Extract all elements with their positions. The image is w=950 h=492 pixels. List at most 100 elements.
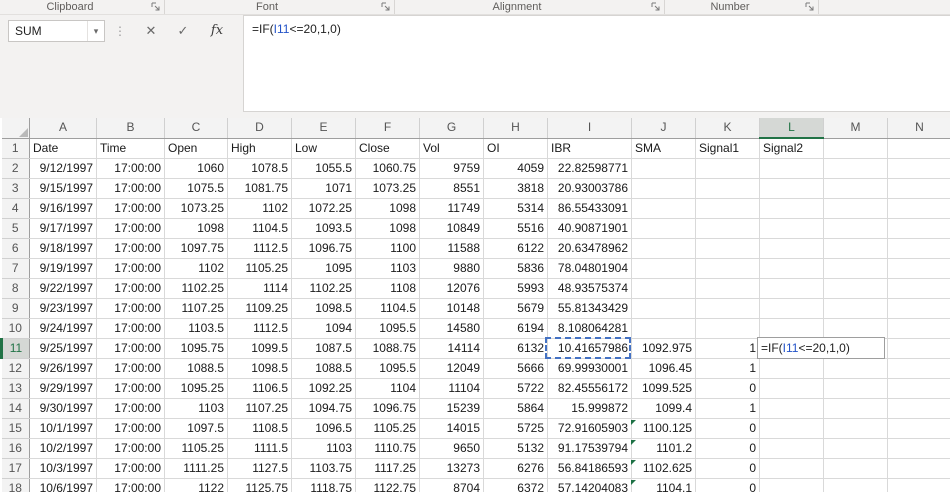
cell-G10[interactable]: 14580 — [419, 318, 484, 339]
cell-C9[interactable]: 1107.25 — [164, 298, 228, 319]
cell-J7[interactable] — [631, 258, 696, 279]
cell-K6[interactable] — [695, 238, 760, 259]
cell-A18[interactable]: 10/6/1997 — [29, 478, 97, 492]
cell-C10[interactable]: 1103.5 — [164, 318, 228, 339]
cell-H6[interactable]: 6122 — [483, 238, 548, 259]
cell-G4[interactable]: 11749 — [419, 198, 484, 219]
cell-L5[interactable] — [759, 218, 824, 239]
cell-L14[interactable] — [759, 398, 824, 419]
cell-B13[interactable]: 17:00:00 — [96, 378, 165, 399]
cell-I17[interactable]: 56.84186593 — [547, 458, 632, 479]
cell-D15[interactable]: 1108.5 — [227, 418, 292, 439]
cell-I13[interactable]: 82.45556172 — [547, 378, 632, 399]
cell-B17[interactable]: 17:00:00 — [96, 458, 165, 479]
cell-N12[interactable] — [887, 358, 950, 379]
cell-C1[interactable]: Open — [164, 138, 228, 159]
cell-J10[interactable] — [631, 318, 696, 339]
cell-H4[interactable]: 5314 — [483, 198, 548, 219]
column-header-L[interactable]: L — [759, 118, 824, 139]
cell-J8[interactable] — [631, 278, 696, 299]
cell-A14[interactable]: 9/30/1997 — [29, 398, 97, 419]
clipboard-dialog-launcher-icon[interactable] — [150, 1, 161, 12]
column-header-J[interactable]: J — [631, 118, 696, 139]
cell-M12[interactable] — [823, 358, 888, 379]
cell-C5[interactable]: 1098 — [164, 218, 228, 239]
cell-E7[interactable]: 1095 — [291, 258, 356, 279]
cell-D14[interactable]: 1107.25 — [227, 398, 292, 419]
row-header-3[interactable]: 3 — [1, 178, 30, 199]
row-header-5[interactable]: 5 — [1, 218, 30, 239]
cell-A3[interactable]: 9/15/1997 — [29, 178, 97, 199]
cell-I2[interactable]: 22.82598771 — [547, 158, 632, 179]
cell-K2[interactable] — [695, 158, 760, 179]
cell-F15[interactable]: 1105.25 — [355, 418, 420, 439]
cell-G17[interactable]: 13273 — [419, 458, 484, 479]
column-header-K[interactable]: K — [695, 118, 760, 139]
cell-F2[interactable]: 1060.75 — [355, 158, 420, 179]
cell-D8[interactable]: 1114 — [227, 278, 292, 299]
cell-I1[interactable]: IBR — [547, 138, 632, 159]
cell-L15[interactable] — [759, 418, 824, 439]
alignment-dialog-launcher-icon[interactable] — [650, 1, 661, 12]
cell-H11[interactable]: 6132 — [483, 338, 548, 359]
cell-M10[interactable] — [823, 318, 888, 339]
cell-B5[interactable]: 17:00:00 — [96, 218, 165, 239]
cell-D10[interactable]: 1112.5 — [227, 318, 292, 339]
cell-G12[interactable]: 12049 — [419, 358, 484, 379]
cell-C15[interactable]: 1097.5 — [164, 418, 228, 439]
cell-D5[interactable]: 1104.5 — [227, 218, 292, 239]
cell-I3[interactable]: 20.93003786 — [547, 178, 632, 199]
cell-G13[interactable]: 11104 — [419, 378, 484, 399]
cell-I15[interactable]: 72.91605903 — [547, 418, 632, 439]
cell-K10[interactable] — [695, 318, 760, 339]
cell-C8[interactable]: 1102.25 — [164, 278, 228, 299]
cell-L13[interactable] — [759, 378, 824, 399]
cell-B6[interactable]: 17:00:00 — [96, 238, 165, 259]
cell-F18[interactable]: 1122.75 — [355, 478, 420, 492]
cell-N5[interactable] — [887, 218, 950, 239]
cell-K18[interactable]: 0 — [695, 478, 760, 492]
cell-N3[interactable] — [887, 178, 950, 199]
cell-N2[interactable] — [887, 158, 950, 179]
cell-C7[interactable]: 1102 — [164, 258, 228, 279]
cell-E13[interactable]: 1092.25 — [291, 378, 356, 399]
cell-J1[interactable]: SMA — [631, 138, 696, 159]
cell-F3[interactable]: 1073.25 — [355, 178, 420, 199]
cell-L16[interactable] — [759, 438, 824, 459]
cell-J3[interactable] — [631, 178, 696, 199]
cell-B7[interactable]: 17:00:00 — [96, 258, 165, 279]
cell-E6[interactable]: 1096.75 — [291, 238, 356, 259]
cell-J2[interactable] — [631, 158, 696, 179]
cell-N16[interactable] — [887, 438, 950, 459]
cell-K17[interactable]: 0 — [695, 458, 760, 479]
formula-bar[interactable]: =IF(I11<=20,1,0) — [243, 15, 950, 112]
column-header-A[interactable]: A — [29, 118, 97, 139]
cell-N8[interactable] — [887, 278, 950, 299]
column-header-C[interactable]: C — [164, 118, 228, 139]
cell-N6[interactable] — [887, 238, 950, 259]
cell-C2[interactable]: 1060 — [164, 158, 228, 179]
cell-G8[interactable]: 12076 — [419, 278, 484, 299]
cell-D4[interactable]: 1102 — [227, 198, 292, 219]
cell-F13[interactable]: 1104 — [355, 378, 420, 399]
cell-H16[interactable]: 5132 — [483, 438, 548, 459]
row-header-12[interactable]: 12 — [1, 358, 30, 379]
cell-B10[interactable]: 17:00:00 — [96, 318, 165, 339]
cell-B18[interactable]: 17:00:00 — [96, 478, 165, 492]
cell-F17[interactable]: 1117.25 — [355, 458, 420, 479]
cell-C18[interactable]: 1122 — [164, 478, 228, 492]
cell-N17[interactable] — [887, 458, 950, 479]
cell-E3[interactable]: 1071 — [291, 178, 356, 199]
cell-C11[interactable]: 1095.75 — [164, 338, 228, 359]
cell-G18[interactable]: 8704 — [419, 478, 484, 492]
cell-A1[interactable]: Date — [29, 138, 97, 159]
cell-A8[interactable]: 9/22/1997 — [29, 278, 97, 299]
cell-N1[interactable] — [887, 138, 950, 159]
row-header-9[interactable]: 9 — [1, 298, 30, 319]
insert-function-icon[interactable]: fx — [204, 20, 230, 42]
cell-G16[interactable]: 9650 — [419, 438, 484, 459]
cancel-icon[interactable]: ✕ — [138, 20, 164, 42]
cell-B14[interactable]: 17:00:00 — [96, 398, 165, 419]
cell-B2[interactable]: 17:00:00 — [96, 158, 165, 179]
cell-B16[interactable]: 17:00:00 — [96, 438, 165, 459]
